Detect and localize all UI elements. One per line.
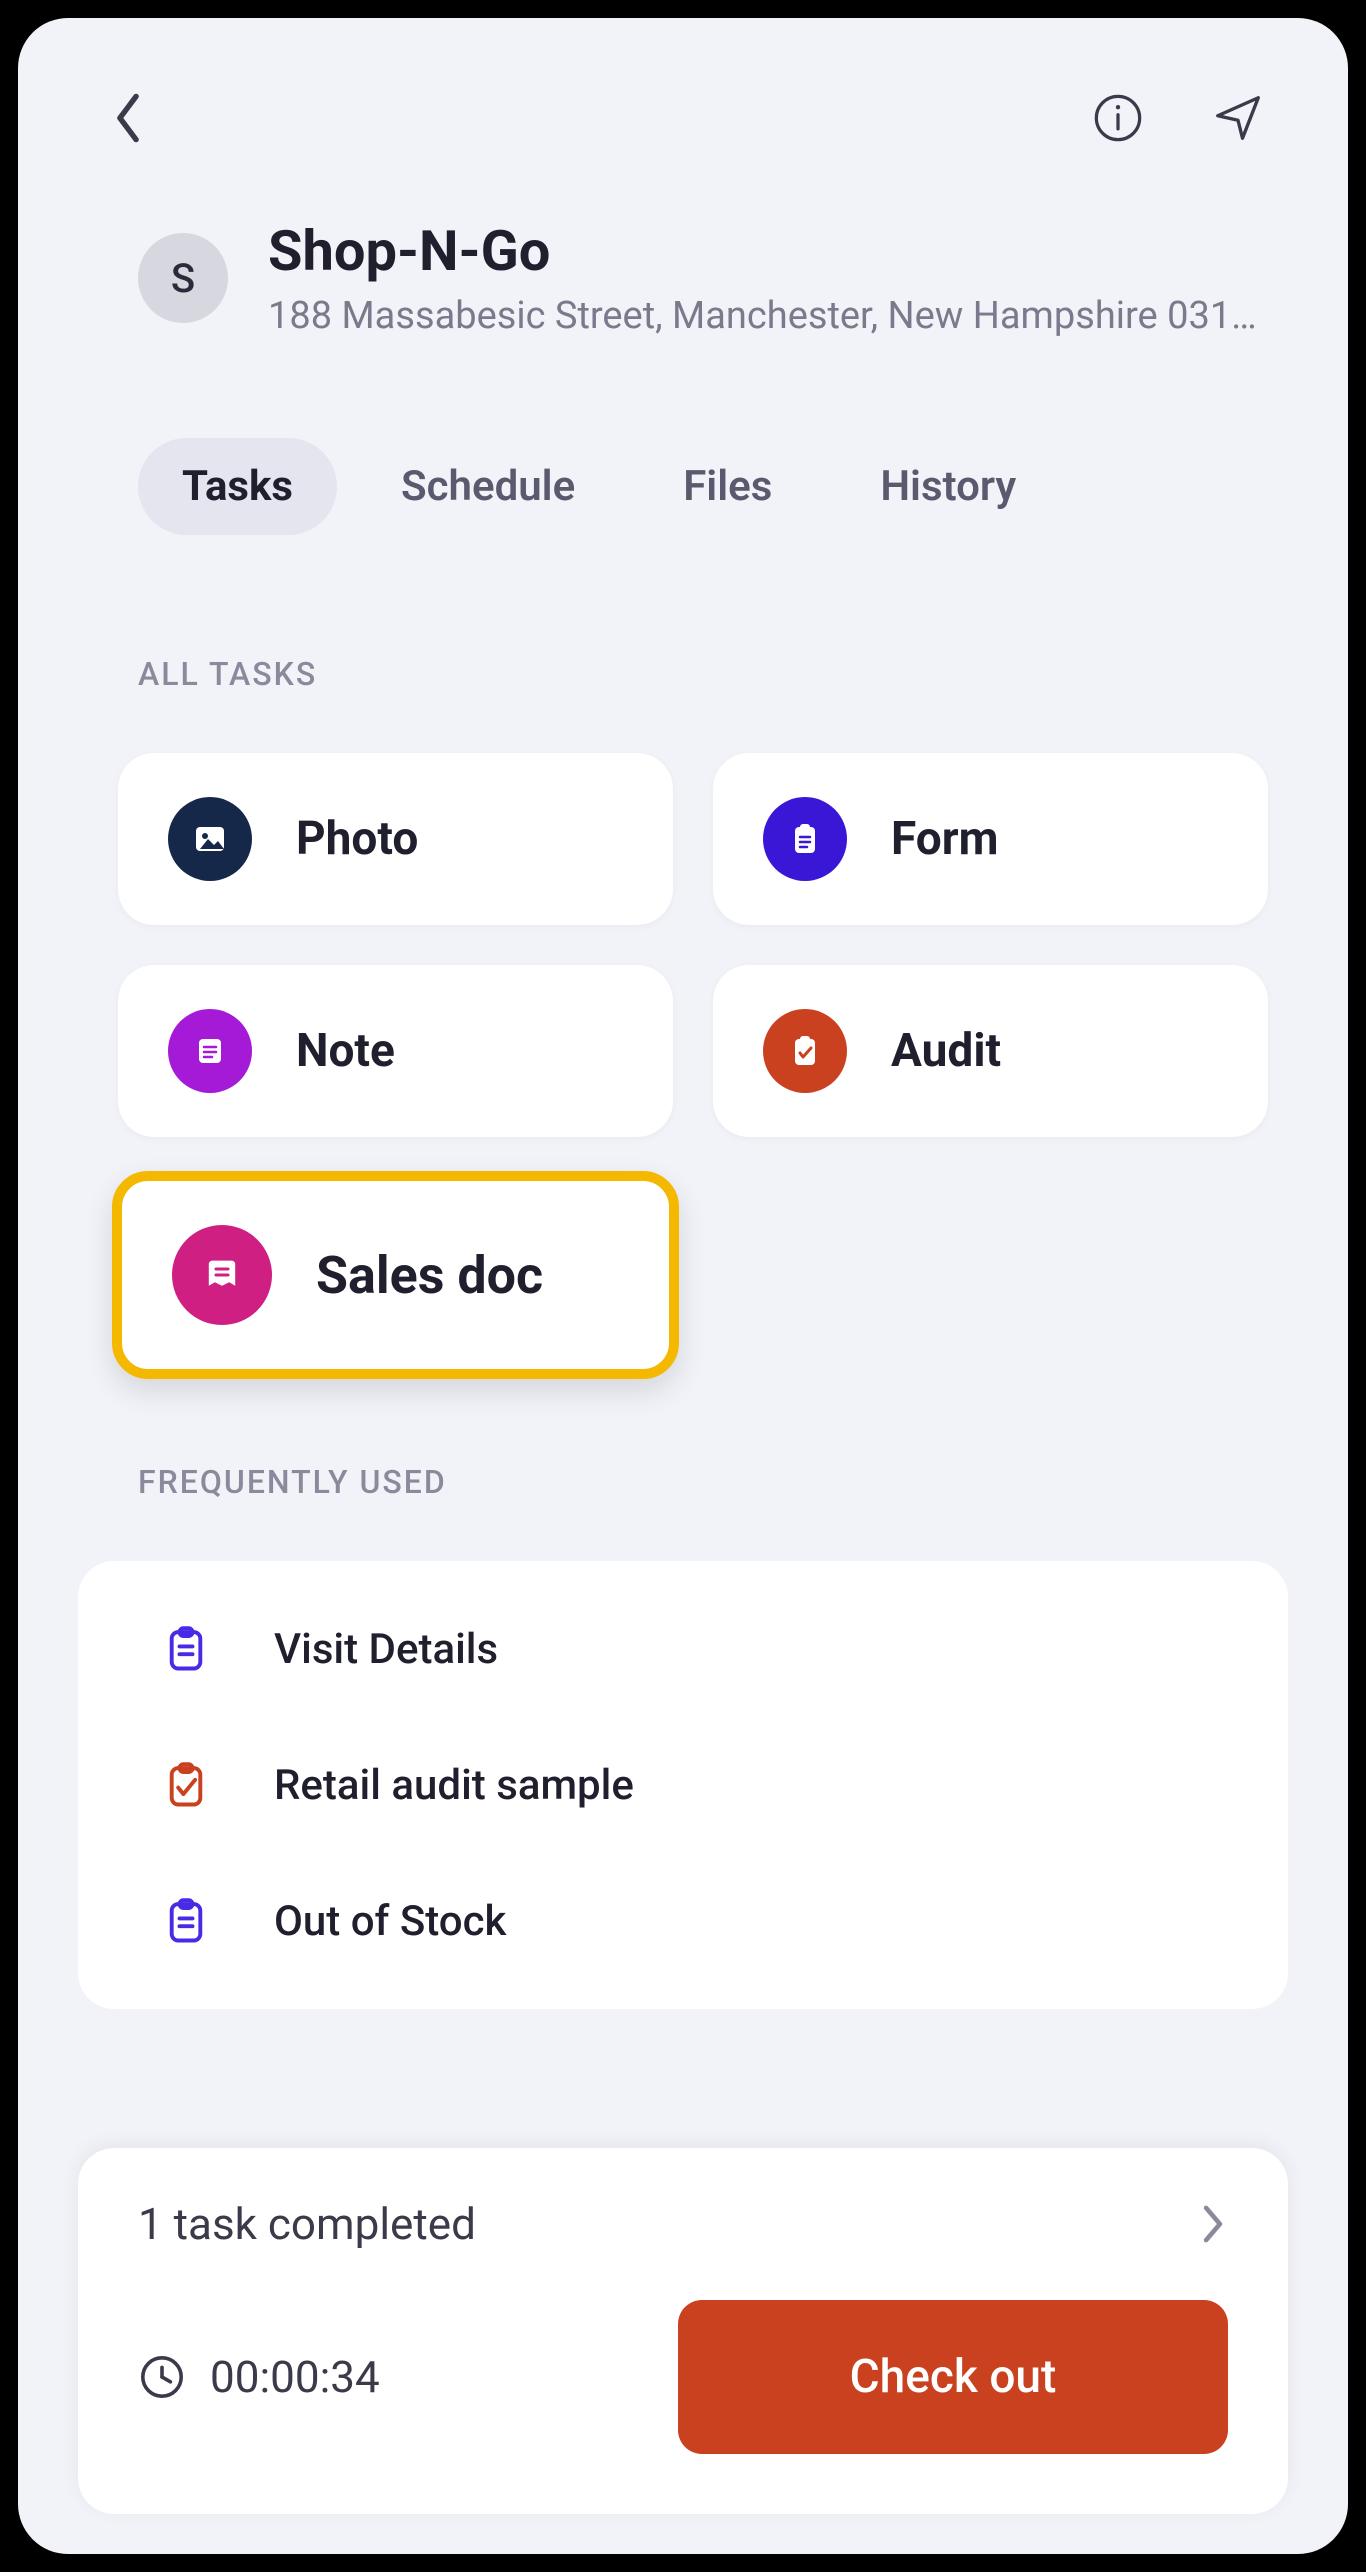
task-label: Sales doc [316,1245,543,1306]
back-button[interactable] [98,88,158,148]
frequent-label: Visit Details [274,1625,498,1674]
task-card-photo[interactable]: Photo [118,753,673,925]
chevron-left-icon [111,91,145,145]
bottom-status-card: 1 task completed 00:00:34 Check out [78,2148,1288,2514]
note-icon [168,1009,252,1093]
info-icon [1092,92,1144,144]
task-card-audit[interactable]: Audit [713,965,1268,1137]
audit-icon [763,1009,847,1093]
task-label: Photo [296,812,418,866]
tab-history[interactable]: History [836,438,1060,535]
task-card-salesdoc[interactable]: Sales doc [112,1171,679,1379]
tab-tasks[interactable]: Tasks [138,438,337,535]
store-name: Shop-N-Go [268,218,1268,284]
task-card-note[interactable]: Note [118,965,673,1137]
photo-icon [168,797,252,881]
chevron-right-icon [1198,2201,1228,2247]
form-outline-icon [158,1621,214,1677]
completed-text: 1 task completed [138,2198,476,2250]
tab-files[interactable]: Files [639,438,816,535]
audit-outline-icon [158,1757,214,1813]
section-all-tasks: ALL TASKS [18,595,1348,723]
section-frequently-used: FREQUENTLY USED [18,1403,1348,1531]
frequent-item-out-of-stock[interactable]: Out of Stock [78,1853,1288,1989]
frequent-label: Retail audit sample [274,1761,634,1810]
store-header: S Shop-N-Go 188 Massabesic Street, Manch… [18,178,1348,378]
tab-schedule[interactable]: Schedule [357,438,619,535]
info-button[interactable] [1088,88,1148,148]
frequent-list: Visit Details Retail audit sample Out of… [78,1561,1288,2009]
navigate-button[interactable] [1208,88,1268,148]
timer-value: 00:00:34 [210,2351,380,2403]
tabs: Tasks Schedule Files History [18,378,1348,595]
frequent-label: Out of Stock [274,1897,506,1946]
store-avatar: S [138,233,228,323]
task-label: Form [891,812,998,866]
task-label: Note [296,1024,395,1078]
salesdoc-icon [172,1225,272,1325]
completed-row[interactable]: 1 task completed [138,2198,1228,2250]
navigation-icon [1211,91,1265,145]
checkout-button[interactable]: Check out [678,2300,1228,2454]
timer: 00:00:34 [138,2351,638,2403]
store-address: 188 Massabesic Street, Manchester, New H… [268,294,1268,338]
form-outline-icon [158,1893,214,1949]
clock-icon [138,2353,186,2401]
form-icon [763,797,847,881]
frequent-item-visit-details[interactable]: Visit Details [78,1581,1288,1717]
task-card-form[interactable]: Form [713,753,1268,925]
task-label: Audit [891,1024,1001,1078]
frequent-item-retail-audit[interactable]: Retail audit sample [78,1717,1288,1853]
